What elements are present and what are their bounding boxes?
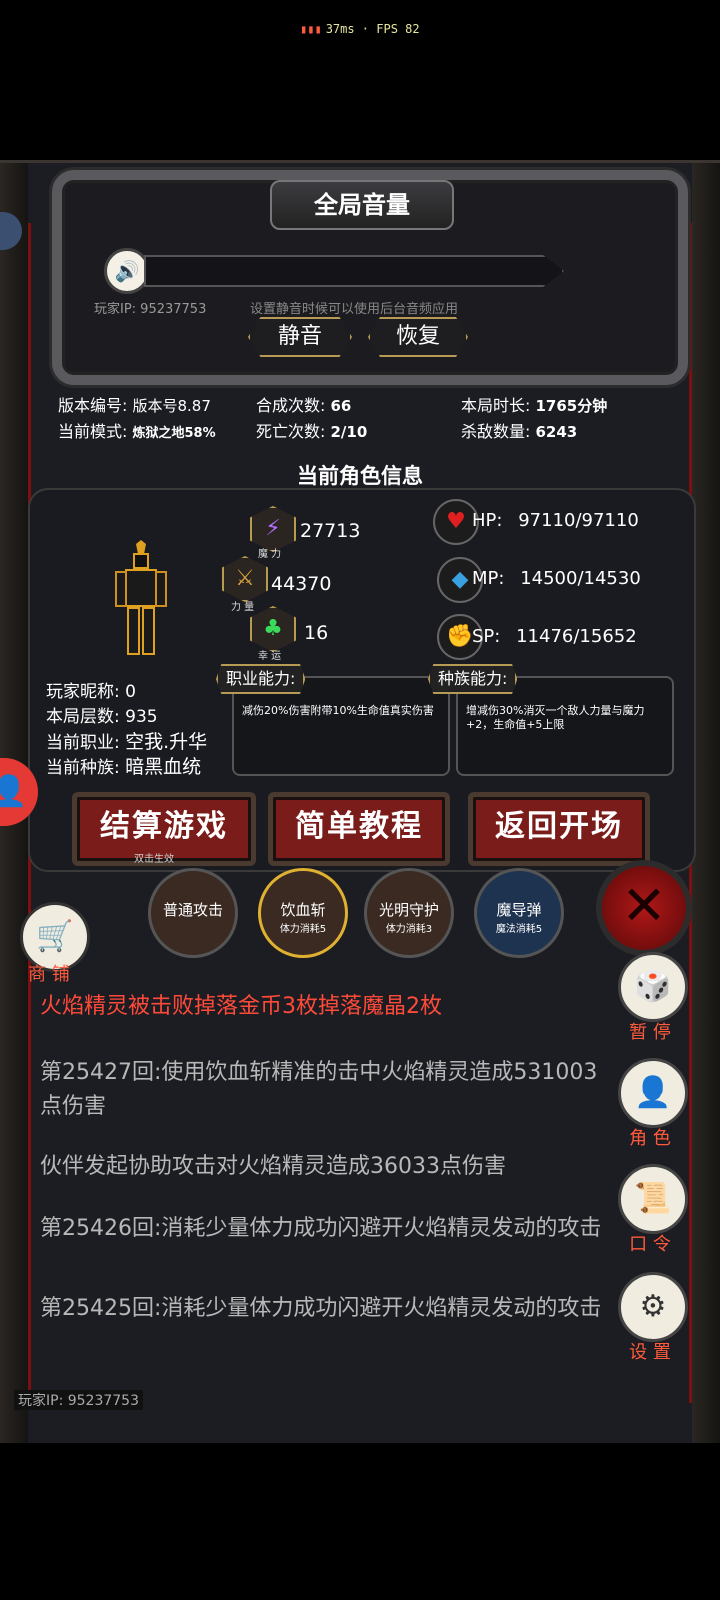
close-icon[interactable]: ✕ bbox=[596, 860, 692, 956]
footer-player-ip: 玩家IP: 95237753 bbox=[14, 1390, 143, 1410]
kill-row: 杀敌数量: 6243 bbox=[461, 422, 578, 441]
battle-log: 火焰精灵被击败掉落金币3枚掉落魔晶2枚 第25427回:使用饮血斩精准的击中火焰… bbox=[28, 990, 618, 1390]
log-line: 第25427回:使用饮血斩精准的击中火焰精灵造成531003点伤害 bbox=[40, 1060, 598, 1119]
skill-blood-slash[interactable]: 饮血斩 体力消耗5 bbox=[258, 868, 348, 958]
gear-icon[interactable]: ⚙ bbox=[618, 1272, 688, 1342]
mp-stat: MP: 14500/14530 bbox=[472, 568, 641, 589]
role-section-title: 当前角色信息 bbox=[297, 464, 423, 488]
skill-normal-attack[interactable]: 普通攻击 bbox=[148, 868, 238, 958]
dice-icon[interactable]: 🎲 bbox=[618, 952, 688, 1022]
synth-row: 合成次数: 66 bbox=[256, 396, 352, 415]
mode-row: 当前模式: 炼狱之地58% bbox=[58, 422, 216, 441]
hooded-figure-icon[interactable]: 👤 bbox=[618, 1058, 688, 1128]
strength-value: 44370 bbox=[271, 573, 332, 595]
mute-hint: 设置静音时候可以使用后台音频应用 bbox=[250, 302, 459, 317]
mute-button[interactable]: 静音 bbox=[248, 317, 352, 357]
skill-magic-missile[interactable]: 魔导弹 魔法消耗5 bbox=[474, 868, 564, 958]
network-indicator: ▮▮▮ 37ms · FPS 82 bbox=[300, 22, 420, 36]
player-ip: 玩家IP: 95237753 bbox=[94, 302, 207, 317]
tutorial-button[interactable]: 简单教程 bbox=[268, 792, 450, 866]
sp-stat: SP: 11476/15652 bbox=[472, 626, 637, 647]
race-row: 当前种族: 暗黑血统 bbox=[46, 756, 202, 778]
job-row: 当前职业: 空我.升华 bbox=[46, 731, 208, 753]
magic-value: 27713 bbox=[300, 520, 361, 542]
back-to-start-button[interactable]: 返回开场 bbox=[468, 792, 650, 866]
log-line: 火焰精灵被击败掉落金币3枚掉落魔晶2枚 bbox=[40, 994, 442, 1019]
luck-value: 16 bbox=[304, 622, 329, 644]
job-ability-tag: 职业能力: bbox=[216, 664, 306, 694]
scroll-icon[interactable]: 📜 bbox=[618, 1164, 688, 1234]
race-ability-tag: 种族能力: bbox=[428, 664, 518, 694]
death-row: 死亡次数: 2/10 bbox=[256, 422, 368, 441]
floor-row: 本局层数: 935 bbox=[46, 707, 158, 727]
code-label: 口 令 bbox=[629, 1234, 671, 1255]
frame-right bbox=[692, 163, 720, 1443]
volume-slider[interactable] bbox=[144, 255, 564, 287]
time-row: 本局时长: 1765分钟 bbox=[461, 396, 608, 415]
skill-light-guard[interactable]: 光明守护 体力消耗3 bbox=[364, 868, 454, 958]
log-line: 第25426回:消耗少量体力成功闪避开火焰精灵发动的攻击 bbox=[40, 1216, 602, 1241]
panel-title: 全局音量 bbox=[270, 180, 454, 230]
log-line: 第25425回:消耗少量体力成功闪避开火焰精灵发动的攻击 bbox=[40, 1296, 602, 1321]
double-click-hint: 双击生效 bbox=[134, 854, 174, 865]
signal-icon: ▮▮▮ bbox=[300, 22, 322, 36]
settings-label: 设 置 bbox=[629, 1342, 671, 1363]
hp-stat: HP: 97110/97110 bbox=[472, 510, 639, 531]
shop-label: 商 铺 bbox=[28, 964, 70, 985]
restore-button[interactable]: 恢复 bbox=[368, 317, 468, 357]
hero-sprite bbox=[115, 540, 167, 655]
role-label: 角 色 bbox=[629, 1128, 671, 1149]
speaker-icon[interactable]: 🔊 bbox=[104, 248, 150, 294]
status-bar: ▮▮▮ 37ms · FPS 82 bbox=[0, 0, 720, 60]
nickname-row: 玩家昵称: 0 bbox=[46, 682, 136, 702]
version-row: 版本编号: 版本号8.87 bbox=[58, 396, 211, 415]
pause-label: 暂 停 bbox=[629, 1022, 671, 1043]
log-line: 伙伴发起协助攻击对火焰精灵造成36033点伤害 bbox=[40, 1154, 506, 1179]
